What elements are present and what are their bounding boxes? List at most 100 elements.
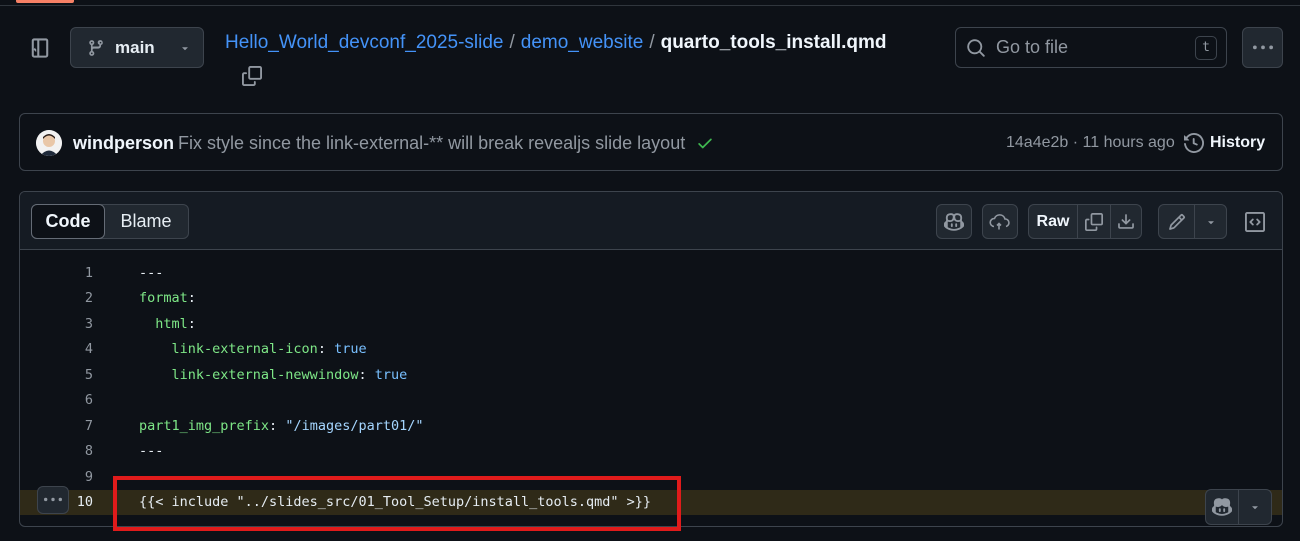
- copilot-icon: [944, 212, 964, 231]
- branch-selector-button[interactable]: main: [70, 27, 204, 68]
- codespaces-button[interactable]: [982, 204, 1018, 239]
- kebab-horizontal-icon: [44, 497, 62, 502]
- line-number[interactable]: 7: [20, 418, 93, 434]
- line-content: format:: [139, 290, 196, 306]
- yaml-value: true: [334, 341, 367, 358]
- yaml-colon: :: [269, 417, 286, 434]
- yaml-colon: :: [187, 290, 196, 307]
- yaml-colon: :: [317, 341, 335, 358]
- active-tab-indicator: [16, 0, 74, 3]
- line-number[interactable]: 1: [20, 265, 93, 281]
- keyboard-shortcut-hint: t: [1195, 35, 1217, 60]
- breadcrumb-separator: /: [509, 32, 515, 53]
- code-line: 5 link-external-newwindow: true: [20, 362, 1282, 388]
- view-mode-toggle: Code Blame: [31, 204, 189, 239]
- raw-actions-group: Raw: [1028, 204, 1142, 239]
- code-line: 8 ---: [20, 439, 1282, 465]
- copilot-dropdown[interactable]: [1239, 490, 1271, 524]
- yaml-colon: :: [358, 366, 375, 383]
- history-button[interactable]: History: [1184, 131, 1265, 155]
- line-number[interactable]: 9: [20, 469, 93, 485]
- commit-message-link[interactable]: Fix style since the link-external-** wil…: [178, 133, 685, 154]
- code-line: 3 html:: [20, 311, 1282, 337]
- copy-icon: [242, 66, 262, 86]
- edit-more-dropdown[interactable]: [1195, 205, 1226, 238]
- breadcrumb-separator: /: [649, 32, 655, 53]
- line-content: ---: [139, 264, 164, 281]
- yaml-value: true: [374, 366, 408, 383]
- yaml-key: link-external-icon: [171, 341, 318, 358]
- copy-path-button[interactable]: [240, 64, 264, 88]
- edit-actions-group: [1158, 204, 1227, 239]
- commit-sha-and-time[interactable]: 14a4e2b · 11 hours ago: [1006, 134, 1175, 152]
- line-content: {{< include "../slides_src/01_Tool_Setup…: [139, 494, 652, 511]
- yaml-key: format: [139, 290, 188, 307]
- caret-down-icon: [181, 46, 188, 50]
- copy-icon: [1085, 212, 1103, 231]
- line-actions-button[interactable]: [37, 486, 69, 514]
- sidebar-panel-icon: [31, 38, 49, 58]
- code-line-highlighted: 10 {{< include "../slides_src/01_Tool_Se…: [20, 489, 1282, 515]
- git-branch-icon: [89, 39, 103, 56]
- line-number[interactable]: 5: [20, 367, 93, 383]
- breadcrumb-file-name: quarto_tools_install.qmd: [660, 32, 887, 53]
- code-line: 1 ---: [20, 260, 1282, 286]
- line-content: html:: [139, 316, 196, 332]
- line-content: link-external-icon: true: [139, 341, 367, 357]
- raw-button[interactable]: Raw: [1029, 205, 1078, 238]
- edit-file-button[interactable]: [1159, 205, 1195, 238]
- line-number[interactable]: 4: [20, 341, 93, 357]
- tab-code[interactable]: Code: [31, 204, 105, 239]
- breadcrumb-repo-link[interactable]: Hello_World_devconf_2025-slide: [225, 32, 504, 54]
- download-raw-button[interactable]: [1111, 205, 1141, 238]
- branch-name: main: [115, 37, 155, 57]
- code-line: 6: [20, 388, 1282, 414]
- line-number[interactable]: 6: [20, 392, 93, 408]
- line-content: ---: [139, 443, 164, 460]
- code-line: 9: [20, 464, 1282, 490]
- copilot-button[interactable]: [936, 204, 972, 239]
- yaml-colon: :: [187, 315, 196, 332]
- breadcrumb-folder-link[interactable]: demo_website: [521, 32, 644, 54]
- code-line: 7 part1_img_prefix: "/images/part01/": [20, 413, 1282, 439]
- sidebar-toggle-button[interactable]: [26, 34, 54, 62]
- go-to-file-search[interactable]: Go to file t: [955, 27, 1227, 68]
- tab-blame[interactable]: Blame: [104, 205, 188, 238]
- yaml-value: "/images/part01/": [285, 417, 424, 434]
- line-number[interactable]: 3: [20, 316, 93, 332]
- line-number[interactable]: 2: [20, 290, 93, 306]
- copilot-line-actions: [1205, 489, 1272, 525]
- latest-commit-bar: windperson Fix style since the link-exte…: [19, 113, 1283, 171]
- yaml-key: part1_img_prefix: [139, 417, 270, 434]
- history-label: History: [1210, 134, 1266, 151]
- line-content: part1_img_prefix: "/images/part01/": [139, 418, 423, 434]
- user-avatar-icon: [36, 130, 62, 156]
- commit-author-link[interactable]: windperson: [73, 133, 174, 154]
- kebab-horizontal-icon: [1252, 45, 1273, 49]
- cloud-sync-icon: [989, 213, 1010, 229]
- ask-copilot-button[interactable]: [1206, 490, 1239, 524]
- file-viewer: Code Blame Raw 1 --- 2 format: 3 html: 4…: [19, 191, 1283, 527]
- yaml-key: html: [155, 315, 188, 332]
- copilot-icon: [1212, 498, 1232, 516]
- code-line: 2 format:: [20, 286, 1282, 312]
- caret-down-icon: [1207, 220, 1214, 224]
- line-number[interactable]: 8: [20, 443, 93, 459]
- symbols-panel-button[interactable]: [1242, 204, 1268, 239]
- pencil-icon: [1168, 213, 1185, 230]
- download-icon: [1118, 213, 1134, 229]
- search-icon: [967, 38, 985, 57]
- check-icon[interactable]: [696, 134, 714, 152]
- breadcrumb: Hello_World_devconf_2025-slide / demo_we…: [225, 32, 887, 54]
- yaml-key: link-external-newwindow: [171, 366, 359, 383]
- raw-label: Raw: [1036, 212, 1070, 230]
- avatar[interactable]: [36, 130, 62, 156]
- more-options-button[interactable]: [1242, 27, 1283, 68]
- line-content: link-external-newwindow: true: [139, 366, 408, 383]
- search-input[interactable]: Go to file: [996, 37, 1185, 58]
- caret-down-icon: [1252, 506, 1258, 510]
- copy-raw-button[interactable]: [1078, 205, 1111, 238]
